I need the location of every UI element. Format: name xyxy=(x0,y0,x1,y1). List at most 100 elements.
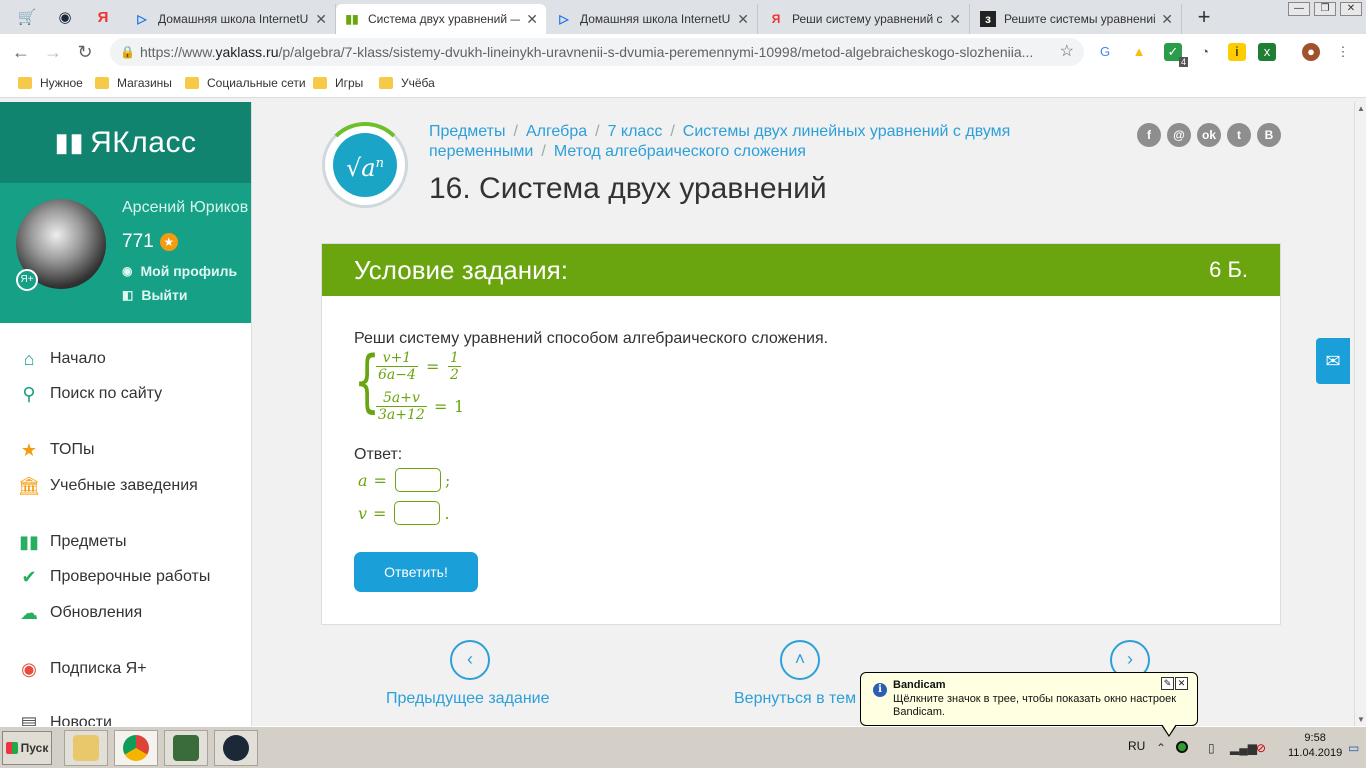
twitter-icon[interactable]: t xyxy=(1227,123,1251,147)
translate-icon[interactable]: G xyxy=(1096,43,1114,61)
volume-muted-icon[interactable]: ⊘ xyxy=(1256,741,1266,755)
main-content: √an Предметы / Алгебра/7 класс / Системы дву… xyxy=(252,102,1354,726)
play-icon: ▷ xyxy=(559,12,569,26)
back-icon[interactable]: ← xyxy=(10,41,32,63)
vkontakte-icon[interactable]: В xyxy=(1257,123,1281,147)
sidebar-item-search[interactable]: ⚲ Поиск по сайту xyxy=(18,383,162,405)
up-arrow-icon[interactable]: ˄ xyxy=(780,640,820,680)
sidebar-item-home[interactable]: ⌂ Начало xyxy=(18,348,106,370)
sidebar-item-subjects[interactable]: ▮▮ Предметы xyxy=(18,531,126,553)
start-button[interactable]: Пуск xyxy=(2,731,52,765)
mail-ru-icon[interactable]: @ xyxy=(1167,123,1191,147)
close-icon[interactable]: ✕ xyxy=(315,11,327,28)
eq2-denominator: 3a+12 xyxy=(378,407,425,423)
lock-icon[interactable]: 🔒 xyxy=(120,38,135,66)
network-icon[interactable]: ▂▄▆ xyxy=(1230,741,1257,755)
close-icon[interactable]: ✕ xyxy=(1161,11,1173,28)
scroll-down-icon[interactable]: ▼ xyxy=(1357,715,1365,724)
bookmark-folder[interactable]: Игры xyxy=(313,76,363,90)
tab-2[interactable]: ▷ Домашняя школа InternetUrок ✕ xyxy=(548,4,758,34)
speed-dial-icon[interactable]: ◔ xyxy=(1196,43,1214,61)
breadcrumb-grade[interactable]: 7 класс xyxy=(608,123,663,140)
window-controls: — ❐ ✕ xyxy=(1288,2,1362,16)
tab-3[interactable]: Я Реши систему уравнений спо ✕ xyxy=(760,4,970,34)
back-to-topic-link[interactable]: Вернуться в тем xyxy=(734,690,856,708)
reload-icon[interactable]: ↻ xyxy=(74,41,96,63)
sidebar-item-institutions[interactable]: 🏛 Учебные заведения xyxy=(18,475,198,497)
sidebar-item-label: Проверочные работы xyxy=(50,568,211,585)
answer-v-input[interactable] xyxy=(394,501,441,525)
bookmark-folder[interactable]: Социальные сети xyxy=(185,76,306,90)
breadcrumb-subjects[interactable]: Предметы xyxy=(429,123,505,140)
yandex-icon[interactable]: Я xyxy=(88,5,118,29)
tray-expand-icon[interactable]: ⌃ xyxy=(1156,741,1166,755)
sidebar-item-tops[interactable]: ★ ТОПы xyxy=(18,439,95,461)
extension-icon[interactable]: ✓ 4 xyxy=(1164,43,1188,67)
scroll-up-icon[interactable]: ▲ xyxy=(1357,104,1365,113)
usb-icon[interactable]: ▯ xyxy=(1208,741,1215,755)
page-scrollbar[interactable]: ▲ ▼ xyxy=(1354,102,1366,726)
taskbar-explorer[interactable] xyxy=(64,730,108,766)
bookmark-label: Учёба xyxy=(401,76,435,90)
cart-icon[interactable]: 🛒 xyxy=(12,5,42,29)
prev-arrow-icon[interactable]: ‹ xyxy=(450,640,490,680)
minimize-icon[interactable]: — xyxy=(1288,2,1310,16)
news-icon: ▤ xyxy=(20,712,38,727)
folder-icon xyxy=(313,77,327,89)
bookmark-star-icon[interactable]: ☆ xyxy=(1060,38,1074,66)
desktop-icon[interactable]: ▭ xyxy=(1348,741,1359,755)
forward-icon: → xyxy=(44,42,62,62)
tab-4[interactable]: з Решите системы уравнений с ✕ xyxy=(972,4,1182,34)
breadcrumb-algebra[interactable]: Алгебра xyxy=(526,123,587,140)
close-icon[interactable]: ✕ xyxy=(1175,677,1188,690)
bookmark-folder[interactable]: Учёба xyxy=(379,76,435,90)
bookmark-label: Магазины xyxy=(117,76,172,90)
tab-0[interactable]: ▷ Домашняя школа InternetUrок ✕ xyxy=(126,4,336,34)
tab-title: Решите системы уравнений с xyxy=(1004,12,1156,26)
profile-avatar-icon[interactable]: ● xyxy=(1302,43,1320,61)
close-icon[interactable]: ✕ xyxy=(526,11,538,28)
steam-icon[interactable]: ◉ xyxy=(50,5,80,29)
taskbar-steam[interactable] xyxy=(214,730,258,766)
new-tab-button[interactable]: + xyxy=(1192,6,1216,30)
taskbar-chrome[interactable] xyxy=(114,730,158,766)
sidebar-item-subscription[interactable]: ◉ Подписка Я+ xyxy=(18,658,146,680)
my-profile-link[interactable]: ◉ Мой профиль xyxy=(122,263,237,279)
search-icon: ⚲ xyxy=(22,383,36,404)
facebook-icon[interactable]: f xyxy=(1137,123,1161,147)
answer-a-input[interactable] xyxy=(394,468,441,492)
bookmark-folder[interactable]: Нужное xyxy=(18,76,83,90)
bandicam-notification[interactable]: i Bandicam Щёлкните значок в трее, чтобы… xyxy=(860,672,1198,737)
drive-icon[interactable]: ▲ xyxy=(1130,43,1148,61)
institution-icon: 🏛 xyxy=(17,475,41,496)
submit-answer-button[interactable]: Ответить! xyxy=(354,552,478,592)
address-bar[interactable]: 🔒 https://www.yaklass.ru/p/algebra/7-kla… xyxy=(110,38,1084,66)
site-logo[interactable]: ▮▮ ЯКласс xyxy=(0,102,251,183)
odnoklassniki-icon[interactable]: ok xyxy=(1197,123,1221,147)
close-window-icon[interactable]: ✕ xyxy=(1340,2,1362,16)
close-icon[interactable]: ✕ xyxy=(737,11,749,28)
feedback-mail-button[interactable]: ✉ xyxy=(1316,338,1350,384)
tab-1[interactable]: ▮▮ Система двух уравнений — з ✕ xyxy=(336,4,546,34)
prev-task-link[interactable]: Предыдущее задание xyxy=(386,690,549,708)
i-extension-icon[interactable]: i xyxy=(1228,43,1246,61)
settings-icon[interactable]: ✎ xyxy=(1161,677,1174,690)
language-indicator[interactable]: RU xyxy=(1128,739,1145,753)
yaplus-icon: ◉ xyxy=(21,658,37,679)
logout-link[interactable]: ◧ Выйти xyxy=(122,287,187,303)
breadcrumb-method[interactable]: Метод алгебраического сложения xyxy=(554,143,806,160)
bookmark-folder[interactable]: Магазины xyxy=(95,76,172,90)
clock[interactable]: 9:58 11.04.2019 xyxy=(1288,731,1342,761)
restore-icon[interactable]: ❐ xyxy=(1314,2,1336,16)
excel-extension-icon[interactable]: x xyxy=(1258,43,1276,61)
sidebar-item-news[interactable]: ▤ Новости xyxy=(18,712,111,727)
sidebar-item-updates[interactable]: ☁ Обновления xyxy=(18,602,142,624)
taskbar-task-manager[interactable] xyxy=(164,730,208,766)
logout-icon: ◧ xyxy=(122,288,134,302)
close-icon[interactable]: ✕ xyxy=(949,11,961,28)
folder-icon xyxy=(185,77,199,89)
sidebar-item-tests[interactable]: ✔ Проверочные работы xyxy=(18,566,210,588)
sidebar-item-label: ТОПы xyxy=(50,441,95,458)
menu-kebab-icon[interactable]: ⋮ xyxy=(1334,43,1352,61)
bandicam-tray-icon[interactable] xyxy=(1176,741,1188,753)
